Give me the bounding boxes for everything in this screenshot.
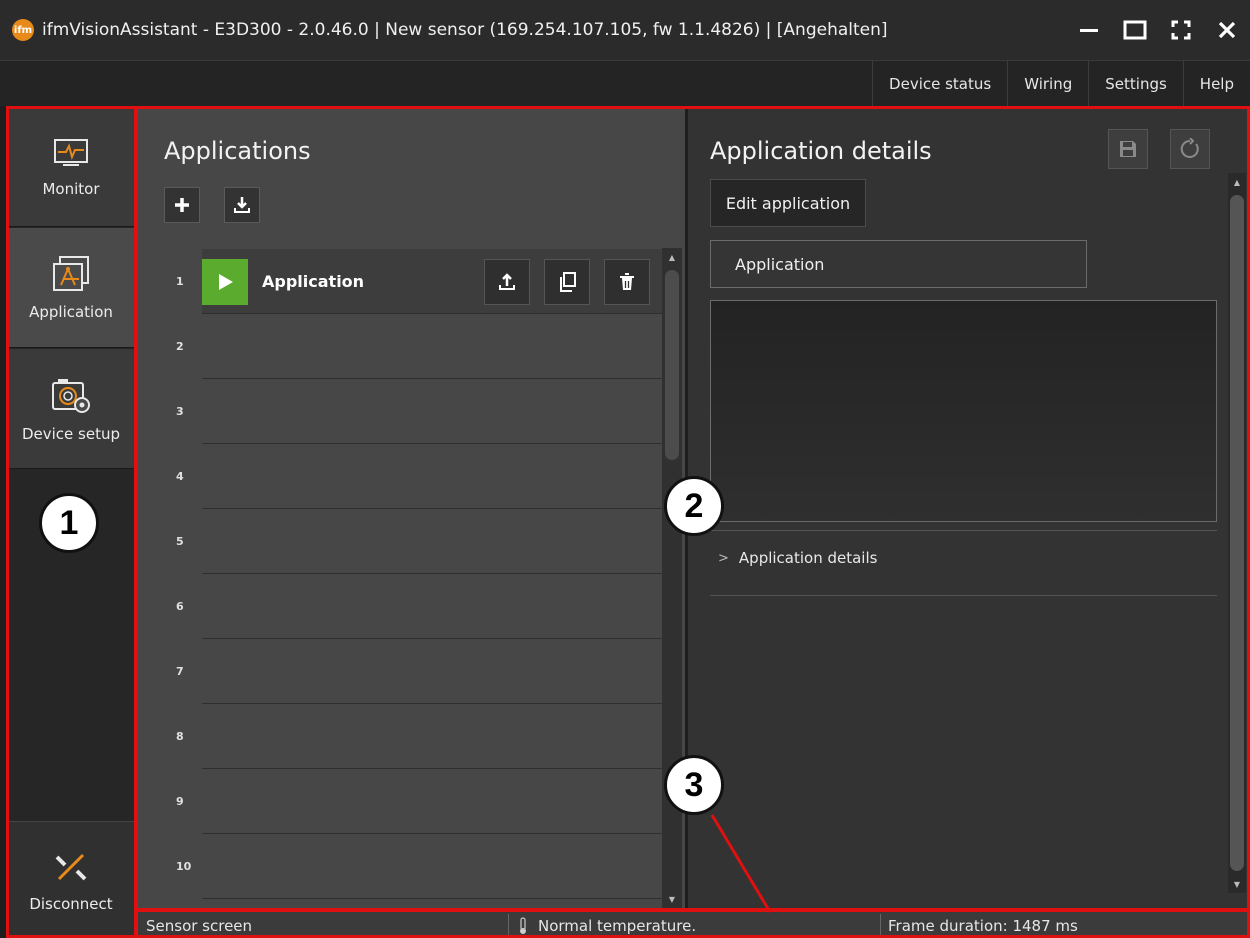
row-number: 9 <box>176 795 184 808</box>
details-title: Application details <box>710 137 932 165</box>
row-number: 1 <box>176 275 184 288</box>
status-separator <box>880 914 881 936</box>
activate-application-button[interactable] <box>202 259 248 305</box>
save-icon <box>1120 141 1136 157</box>
list-item[interactable]: 9 <box>176 769 662 834</box>
save-button[interactable] <box>1108 129 1148 169</box>
status-frame-duration: Frame duration: 1487 ms <box>888 916 1078 935</box>
reset-button[interactable] <box>1170 129 1210 169</box>
scroll-up-icon[interactable]: ▲ <box>662 248 682 266</box>
trash-icon <box>620 273 634 290</box>
minimize-button[interactable] <box>1066 0 1112 60</box>
row-number: 6 <box>176 600 184 613</box>
maximize-button[interactable] <box>1112 0 1158 60</box>
expander-label: Application details <box>738 549 878 567</box>
chevron-right-icon: > <box>718 550 729 566</box>
refresh-icon <box>1180 138 1199 158</box>
row-number: 4 <box>176 470 184 483</box>
callout-badge: 1 <box>39 493 99 553</box>
thermometer-icon <box>520 916 526 934</box>
application-icon <box>53 255 89 291</box>
disconnect-label: Disconnect <box>29 894 113 913</box>
row-number: 3 <box>176 405 184 418</box>
scroll-thumb[interactable] <box>665 270 679 460</box>
fullscreen-button[interactable] <box>1158 0 1204 60</box>
list-item[interactable]: 2 <box>176 314 662 379</box>
menu-settings[interactable]: Settings <box>1088 61 1183 107</box>
menu-wiring[interactable]: Wiring <box>1007 61 1088 107</box>
app-window: { "window": { "title": "ifmVisionAssista… <box>0 0 1250 938</box>
copy-icon <box>560 272 576 292</box>
divider <box>710 595 1217 596</box>
plus-icon <box>175 198 189 212</box>
application-details-panel: Application details Edit application App… <box>688 109 1250 909</box>
callout-badge: 3 <box>664 755 724 815</box>
temperature-text: Normal temperature. <box>538 916 697 935</box>
row-number: 5 <box>176 535 184 548</box>
callout-badge: 2 <box>664 476 724 536</box>
status-temperature: Normal temperature. <box>518 912 696 938</box>
list-item[interactable]: 3 <box>176 379 662 444</box>
copy-application-button[interactable] <box>544 259 590 305</box>
scroll-up-icon[interactable]: ▲ <box>1228 173 1246 191</box>
add-application-button[interactable] <box>164 187 200 223</box>
title-bar: ifm ifmVisionAssistant - E3D300 - 2.0.46… <box>0 0 1250 60</box>
row-number: 8 <box>176 730 184 743</box>
disconnect-button[interactable]: Disconnect <box>8 821 134 938</box>
details-scrollbar[interactable]: ▲ ▼ <box>1228 173 1246 893</box>
play-icon <box>219 274 233 290</box>
applications-title: Applications <box>164 137 311 165</box>
row-number: 2 <box>176 340 184 353</box>
camera-settings-icon <box>52 378 90 413</box>
application-name: Application <box>262 272 365 291</box>
scroll-thumb[interactable] <box>1230 195 1244 871</box>
list-item[interactable]: 8 <box>176 704 662 769</box>
application-preview <box>710 300 1217 522</box>
row-number: 7 <box>176 665 184 678</box>
export-application-button[interactable] <box>484 259 530 305</box>
row-number: 10 <box>176 860 192 873</box>
window-controls <box>1066 0 1250 60</box>
list-item[interactable]: 5 <box>176 509 662 574</box>
fullscreen-icon <box>1171 20 1191 40</box>
sidebar-item-monitor[interactable]: Monitor <box>8 109 134 227</box>
close-icon <box>1218 21 1236 39</box>
monitor-icon <box>54 138 88 166</box>
close-button[interactable] <box>1204 0 1250 60</box>
menu-help[interactable]: Help <box>1182 61 1250 107</box>
list-item[interactable]: 1 Application <box>176 249 662 314</box>
sidebar-item-device-setup[interactable]: Device setup <box>8 349 134 469</box>
sidebar-item-label: Device setup <box>21 424 121 443</box>
sidebar-item-label: Monitor <box>42 179 100 198</box>
upload-icon <box>499 273 515 290</box>
disconnect-plug-icon <box>55 853 87 880</box>
applications-panel: Applications 1 Application 2 3 4 5 6 7 8… <box>138 109 685 909</box>
list-item[interactable]: 7 <box>176 639 662 704</box>
status-separator <box>508 914 509 936</box>
sidebar-item-application[interactable]: Application <box>8 228 134 348</box>
sidebar-item-label: Application <box>29 302 113 321</box>
divider <box>710 530 1217 531</box>
delete-application-button[interactable] <box>604 259 650 305</box>
list-item[interactable]: 10 <box>176 834 662 899</box>
menu-device-status[interactable]: Device status <box>872 61 1007 107</box>
minimize-icon <box>1080 29 1098 32</box>
scroll-down-icon[interactable]: ▼ <box>1228 875 1246 893</box>
application-list: 1 Application 2 3 4 5 6 7 8 9 10 <box>164 249 662 904</box>
download-icon <box>234 197 250 213</box>
scroll-down-icon[interactable]: ▼ <box>662 890 682 908</box>
status-bar: Sensor screen Normal temperature. Frame … <box>138 911 1250 938</box>
status-sensor-screen: Sensor screen <box>146 916 253 935</box>
maximize-icon <box>1123 20 1147 40</box>
application-name-field[interactable]: Application <box>710 240 1087 288</box>
list-item[interactable]: 6 <box>176 574 662 639</box>
import-application-button[interactable] <box>224 187 260 223</box>
edit-application-button[interactable]: Edit application <box>710 179 866 227</box>
ifm-logo-icon: ifm <box>12 19 34 41</box>
window-title: ifmVisionAssistant - E3D300 - 2.0.46.0 |… <box>42 20 888 40</box>
application-details-expander[interactable]: > Application details <box>718 549 877 567</box>
menu-bar: Device status Wiring Settings Help <box>0 60 1250 107</box>
list-item[interactable]: 4 <box>176 444 662 509</box>
